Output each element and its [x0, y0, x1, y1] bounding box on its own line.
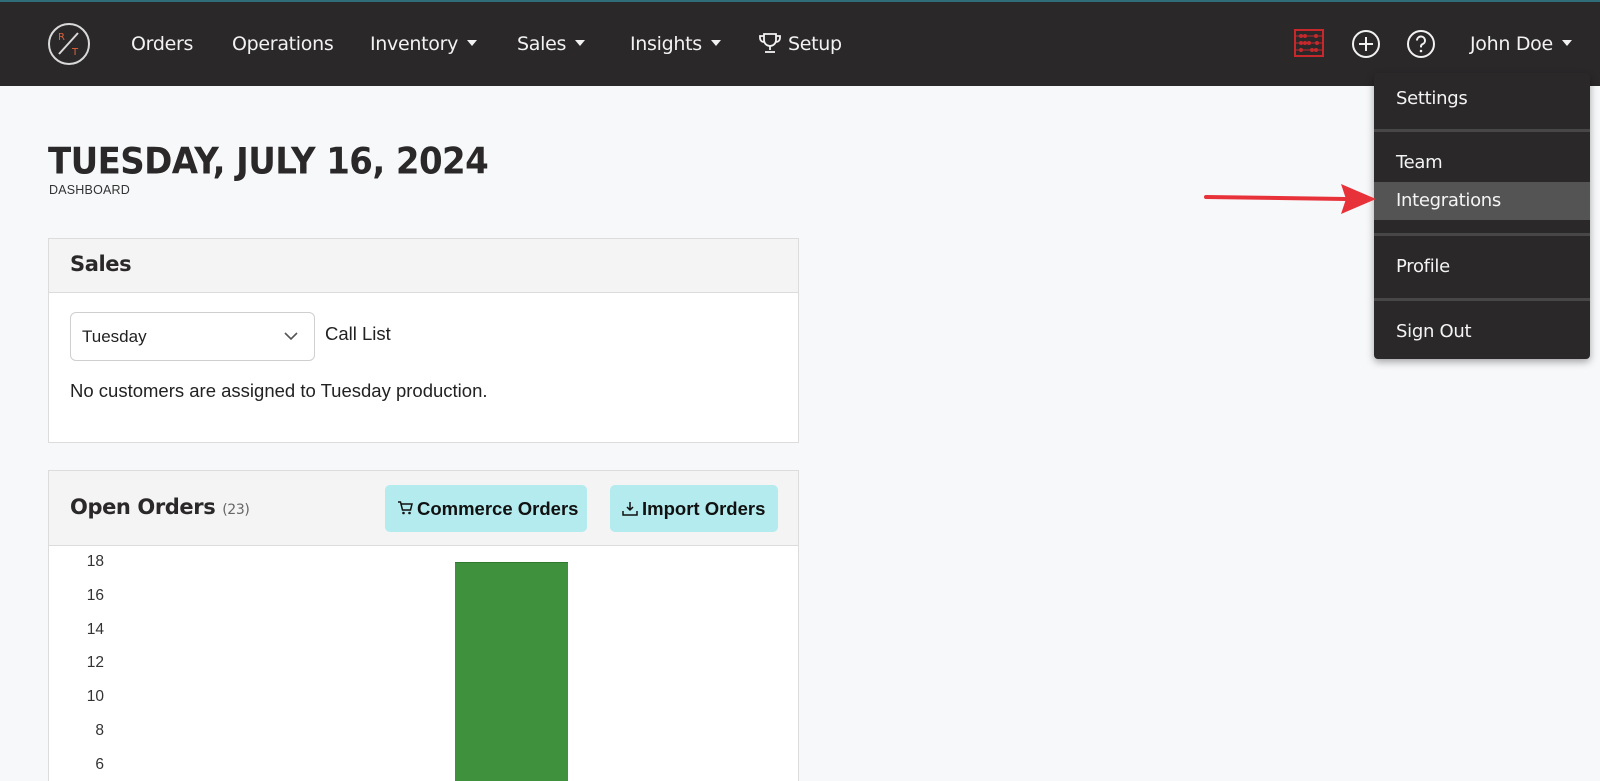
nav-sales[interactable]: Sales: [517, 30, 586, 58]
user-menu[interactable]: John Doe: [1470, 30, 1572, 58]
menu-item-team[interactable]: Team: [1374, 144, 1590, 182]
add-circle-icon[interactable]: [1351, 29, 1381, 59]
day-select[interactable]: Tuesday: [70, 312, 315, 361]
page-subtitle: DASHBOARD: [49, 183, 130, 197]
caret-down-icon: [575, 39, 586, 46]
menu-divider: [1374, 129, 1590, 132]
chart-bar: [455, 562, 568, 781]
open-orders-chart: 18 16 14 12 10 8 6: [49, 546, 798, 781]
y-tick-label: 14: [86, 620, 104, 638]
open-orders-panel: Open Orders (23) Commerce Orders Import …: [48, 470, 799, 781]
logo-icon[interactable]: R T: [48, 23, 90, 65]
open-orders-header: Open Orders (23) Commerce Orders Import …: [49, 471, 798, 546]
nav-orders[interactable]: Orders: [131, 30, 193, 58]
caret-down-icon: [467, 39, 478, 46]
menu-item-settings[interactable]: Settings: [1374, 80, 1590, 118]
nav-inventory[interactable]: Inventory: [370, 30, 478, 58]
menu-item-integrations[interactable]: Integrations: [1374, 182, 1590, 220]
open-orders-count: (23): [222, 502, 250, 518]
y-tick-label: 10: [86, 688, 104, 706]
open-orders-title: Open Orders (23): [70, 495, 250, 519]
caret-down-icon: [710, 39, 721, 46]
abacus-icon[interactable]: [1294, 29, 1324, 57]
cart-icon: [398, 501, 413, 515]
nav-insights[interactable]: Insights: [630, 30, 721, 58]
chevron-down-icon: [284, 332, 298, 341]
y-tick-label: 8: [95, 722, 104, 739]
sales-panel-title: Sales: [70, 252, 132, 276]
menu-item-sign-out[interactable]: Sign Out: [1374, 313, 1590, 351]
import-orders-button[interactable]: Import Orders: [610, 485, 778, 532]
nav-setup[interactable]: Setup: [758, 30, 842, 58]
sales-panel-header: Sales: [49, 239, 798, 293]
no-customers-message: No customers are assigned to Tuesday pro…: [70, 380, 488, 401]
menu-divider: [1374, 298, 1590, 301]
top-navbar: R T Orders Operations Inventory Sales In…: [0, 0, 1600, 86]
trophy-icon: [759, 32, 781, 53]
menu-divider: [1374, 233, 1590, 236]
y-tick-label: 12: [86, 654, 104, 672]
caret-down-icon: [1561, 39, 1572, 46]
call-list-link[interactable]: Call List: [325, 323, 391, 345]
y-tick-label: 18: [86, 553, 104, 570]
red-arrow-annotation: [1204, 184, 1376, 214]
menu-item-profile[interactable]: Profile: [1374, 248, 1590, 286]
y-tick-label: 6: [95, 755, 104, 773]
svg-text:T: T: [71, 47, 79, 58]
svg-text:R: R: [58, 32, 65, 43]
page-title: TUESDAY, JULY 16, 2024: [48, 140, 489, 184]
nav-operations[interactable]: Operations: [232, 30, 334, 58]
sales-panel: Sales Tuesday Call List No customers are…: [48, 238, 799, 443]
help-circle-icon[interactable]: [1406, 29, 1436, 59]
y-tick-label: 16: [86, 586, 104, 604]
import-icon: [622, 501, 638, 516]
commerce-orders-button[interactable]: Commerce Orders: [385, 485, 587, 532]
user-dropdown-menu: Settings Team Integrations Profile Sign …: [1374, 73, 1590, 359]
